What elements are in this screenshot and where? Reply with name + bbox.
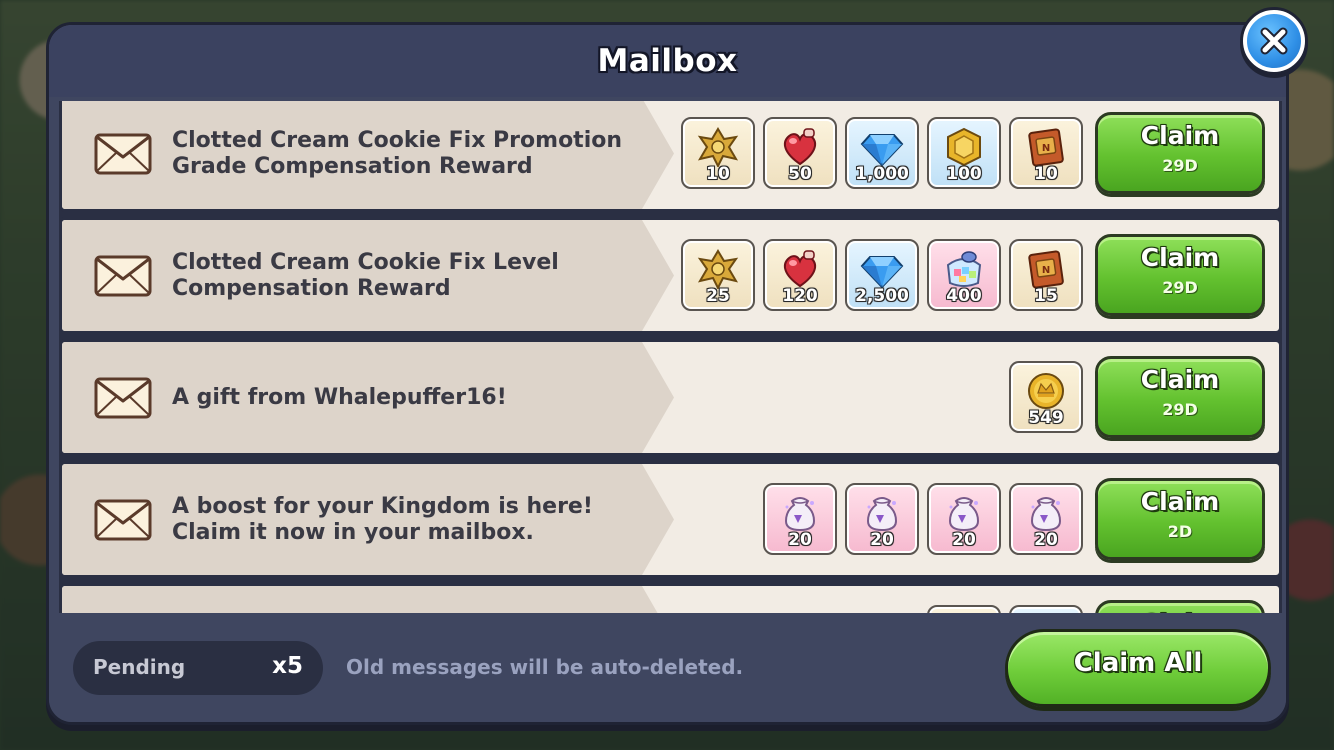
mail-message-text: Clotted Cream Cookie Fix Promotion Grade… xyxy=(172,127,623,179)
mailbox-panel: Mailbox Clotted Cream Cookie Fix Promoti… xyxy=(46,22,1289,725)
reward-amount: 50 xyxy=(788,163,812,184)
reward-amount: 20 xyxy=(1034,529,1058,550)
coin-icon xyxy=(1024,371,1068,411)
reward-item[interactable]: 120 xyxy=(763,238,837,311)
reward-item[interactable] xyxy=(927,604,1001,613)
reward-amount: 25 xyxy=(706,285,730,306)
guild-relic-book-icon: N xyxy=(1024,127,1068,167)
speed-boost-sack-icon xyxy=(860,493,904,533)
reward-list: 25 120 2,500 400 N 15 xyxy=(681,238,1083,311)
reward-amount: 20 xyxy=(952,529,976,550)
reward-amount: 120 xyxy=(782,285,818,306)
pending-label: Pending xyxy=(93,655,186,679)
expiry-days: 29D xyxy=(1162,277,1198,297)
reward-item[interactable]: 20 xyxy=(845,482,919,555)
reward-amount: 400 xyxy=(946,285,982,306)
envelope-icon xyxy=(94,133,152,175)
reward-item[interactable]: 20 xyxy=(1009,482,1083,555)
mail-row[interactable]: Clotted Cream Cookie FixClaim xyxy=(59,583,1282,613)
envelope-icon xyxy=(94,377,152,419)
guild-relic-book-icon: N xyxy=(1024,249,1068,289)
reward-item[interactable]: 20 xyxy=(763,482,837,555)
mail-message-area xyxy=(62,586,674,613)
claim-label: Claim xyxy=(1140,364,1220,394)
reward-amount: 10 xyxy=(706,163,730,184)
reward-item[interactable]: 10 xyxy=(681,116,755,189)
speed-boost-sack-icon xyxy=(778,493,822,533)
claim-button[interactable]: Claim 29D xyxy=(1095,111,1265,194)
claim-label: Claim xyxy=(1098,609,1262,614)
svg-text:N: N xyxy=(1042,143,1050,154)
crystal-icon xyxy=(860,127,904,167)
crystal-icon xyxy=(860,249,904,289)
reward-item[interactable]: 1,000 xyxy=(845,116,919,189)
envelope-icon xyxy=(94,499,152,541)
reward-item[interactable]: N 10 xyxy=(1009,116,1083,189)
reward-item[interactable]: 400 xyxy=(927,238,1001,311)
claim-label: Claim xyxy=(1140,242,1220,272)
reward-amount: 20 xyxy=(870,529,894,550)
rainbow-cubes-icon xyxy=(942,249,986,289)
claim-all-button[interactable]: Claim All xyxy=(1005,629,1271,707)
reward-amount: 549 xyxy=(1028,407,1064,428)
claim-label: Claim xyxy=(1140,120,1220,150)
reward-item[interactable]: 549 xyxy=(1009,360,1083,433)
mailbox-footer: Pending x5 Old messages will be auto-del… xyxy=(49,615,1286,722)
close-icon xyxy=(1260,27,1288,55)
reward-amount: 20 xyxy=(788,529,812,550)
reward-amount: 10 xyxy=(1034,163,1058,184)
claim-label: Claim xyxy=(1140,486,1220,516)
reward-item[interactable] xyxy=(1009,604,1083,613)
soulstone-icon xyxy=(696,248,740,289)
pending-counter: Pending x5 xyxy=(73,641,323,695)
auto-delete-note: Old messages will be auto-deleted. xyxy=(346,655,744,679)
reward-list: 20 20 20 20 xyxy=(763,482,1083,555)
reward-amount: 1,000 xyxy=(855,163,909,184)
expiry-days: 29D xyxy=(1162,399,1198,419)
reward-item[interactable]: 100 xyxy=(927,116,1001,189)
envelope-icon xyxy=(94,255,152,297)
heart-jelly-icon xyxy=(778,127,822,167)
reward-amount: 15 xyxy=(1034,285,1058,306)
speed-boost-sack-icon xyxy=(1024,493,1068,533)
claim-all-label: Claim All xyxy=(1073,648,1203,678)
svg-text:N: N xyxy=(1042,265,1050,276)
heart-jelly-icon xyxy=(778,249,822,289)
reward-item[interactable]: N 15 xyxy=(1009,238,1083,311)
gold-token-icon xyxy=(942,127,986,167)
reward-amount: 2,500 xyxy=(855,285,909,306)
claim-button[interactable]: Claim 29D xyxy=(1095,355,1265,438)
pending-count: x5 xyxy=(272,653,303,679)
claim-button[interactable]: Claim xyxy=(1095,599,1265,614)
reward-list: 10 50 1,000 100 N 10 xyxy=(681,116,1083,189)
close-button[interactable] xyxy=(1243,10,1305,72)
mail-list[interactable]: Clotted Cream Cookie Fix Promotion Grade… xyxy=(59,101,1282,613)
reward-list xyxy=(927,604,1083,613)
mail-row[interactable]: Clotted Cream Cookie Fix Promotion Grade… xyxy=(59,101,1282,212)
reward-item[interactable]: 20 xyxy=(927,482,1001,555)
reward-item[interactable]: 25 xyxy=(681,238,755,311)
claim-button[interactable]: Claim 2D xyxy=(1095,477,1265,560)
mail-message-text: A gift from Whalepuffer16! xyxy=(172,384,507,410)
expiry-days: 2D xyxy=(1167,521,1193,541)
expiry-days: 29D xyxy=(1162,155,1198,175)
reward-amount: 100 xyxy=(946,163,982,184)
mail-row[interactable]: A gift from Whalepuffer16! 549 Claim 29D xyxy=(59,339,1282,456)
panel-header: Mailbox xyxy=(49,25,1286,97)
reward-item[interactable]: 2,500 xyxy=(845,238,919,311)
mail-row[interactable]: A boost for your Kingdom is here! Claim … xyxy=(59,461,1282,578)
speed-boost-sack-icon xyxy=(942,493,986,533)
mail-message-text: Clotted Cream Cookie Fix Level Compensat… xyxy=(172,249,559,301)
soulstone-icon xyxy=(696,126,740,167)
mail-message-text: A boost for your Kingdom is here! Claim … xyxy=(172,493,593,545)
mail-row[interactable]: Clotted Cream Cookie Fix Level Compensat… xyxy=(59,217,1282,334)
reward-item[interactable]: 50 xyxy=(763,116,837,189)
page-title: Mailbox xyxy=(597,43,738,79)
reward-list: 549 xyxy=(1009,360,1083,433)
claim-button[interactable]: Claim 29D xyxy=(1095,233,1265,316)
